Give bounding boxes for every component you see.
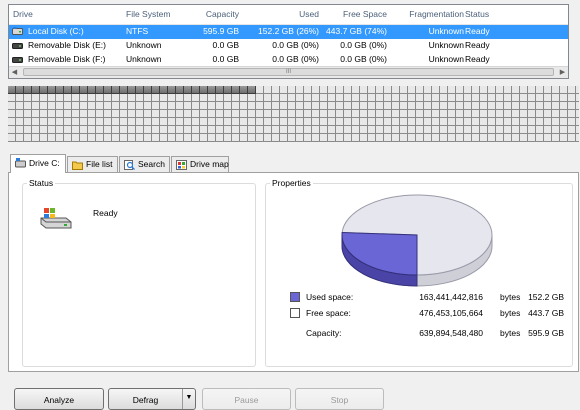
status-group: Status Ready [22, 178, 256, 367]
block-map-free-region [256, 86, 579, 94]
drive-status: Ready [465, 54, 490, 64]
capacity-bytes: 639,894,548,480 [419, 328, 483, 338]
used-space-swatch [290, 292, 300, 302]
free-space-size: 443.7 GB [528, 308, 564, 318]
properties-group-title: Properties [270, 178, 313, 188]
drive-map-icon [176, 160, 187, 170]
used-space-label: Used space: [306, 292, 354, 302]
free-space-label: Free space: [306, 308, 351, 318]
defrag-button[interactable]: Defrag ▼ [108, 388, 196, 410]
drive-row-e[interactable]: Removable Disk (E:) Unknown 0.0 GB 0.0 G… [9, 39, 568, 53]
block-map-free-region [8, 102, 579, 110]
stop-button[interactable]: Stop [295, 388, 384, 410]
drive-list-header: Drive File System Capacity Used Free Spa… [9, 5, 568, 25]
drive-free: 0.0 GB (0%) [340, 54, 387, 64]
drive-status: Ready [465, 40, 490, 50]
block-map-free-region [8, 134, 579, 142]
used-space-size: 152.2 GB [528, 292, 564, 302]
drive-list[interactable]: Drive File System Capacity Used Free Spa… [8, 4, 569, 79]
tab-label: Search [138, 159, 165, 169]
pause-button[interactable]: Pause [202, 388, 291, 410]
drive-name: Removable Disk (F:) [28, 54, 106, 64]
capacity-label: Capacity: [306, 328, 342, 338]
tab-file-list[interactable]: File list [67, 156, 118, 172]
defrag-button-label: Defrag [132, 395, 159, 405]
drive-file-system: Unknown [126, 40, 162, 50]
chevron-down-icon[interactable]: ▼ [182, 389, 195, 409]
scrollbar-thumb[interactable]: III [23, 68, 554, 76]
drive-capacity: 0.0 GB [212, 54, 239, 64]
drive-row-c[interactable]: Local Disk (C:) NTFS 595.9 GB 152.2 GB (… [9, 25, 568, 39]
drive-row-f[interactable]: Removable Disk (F:) Unknown 0.0 GB 0.0 G… [9, 53, 568, 67]
analyze-button[interactable]: Analyze [14, 388, 104, 410]
drive-used: 0.0 GB (0%) [272, 54, 319, 64]
column-free-space[interactable]: Free Space [321, 9, 387, 19]
tab-label: Drive map [190, 159, 229, 169]
block-map-free-region [8, 118, 579, 126]
windows-drive-icon [40, 208, 72, 229]
column-file-system[interactable]: File System [126, 9, 170, 19]
tab-search[interactable]: Search [119, 156, 170, 172]
folder-icon [72, 161, 83, 170]
pie-slice-used [341, 231, 418, 276]
free-space-swatch [290, 308, 300, 318]
search-icon [124, 160, 135, 170]
drive-capacity: 0.0 GB [212, 40, 239, 50]
drive-file-system: NTFS [126, 26, 149, 36]
block-map-free-region [8, 110, 579, 118]
status-text: Ready [93, 208, 118, 218]
drive-name: Local Disk (C:) [28, 26, 84, 36]
drive-fragmentation: Unknown [428, 54, 464, 64]
scrollbar-grip: III [285, 69, 292, 75]
drive-used: 152.2 GB (26%) [258, 26, 319, 36]
scroll-left-icon[interactable]: ◀ [9, 67, 20, 78]
drive-name: Removable Disk (E:) [28, 40, 106, 50]
tab-drive-c[interactable]: Drive C: [10, 154, 66, 173]
column-capacity[interactable]: Capacity [189, 9, 239, 19]
column-drive[interactable]: Drive [13, 9, 33, 19]
block-map-free-region [8, 94, 579, 102]
horizontal-scrollbar[interactable]: ◀ III ▶ [9, 66, 568, 78]
free-space-bytes: 476,453,105,664 [419, 308, 483, 318]
tab-label: File list [86, 159, 113, 169]
drive-used: 0.0 GB (0%) [272, 40, 319, 50]
drive-capacity: 595.9 GB [203, 26, 239, 36]
drive-free: 0.0 GB (0%) [340, 40, 387, 50]
usage-pie-chart [341, 194, 493, 287]
drive-icon [15, 158, 26, 168]
scroll-right-icon[interactable]: ▶ [557, 67, 568, 78]
capacity-size: 595.9 GB [528, 328, 564, 338]
block-map-free-region [8, 126, 579, 134]
column-status[interactable]: Status [465, 9, 489, 19]
status-group-title: Status [27, 178, 56, 188]
drive-c-panel: Status Ready Properties Used space: 163,… [8, 172, 579, 372]
drive-status: Ready [465, 26, 490, 36]
tab-drive-map[interactable]: Drive map [171, 156, 229, 172]
used-space-bytes: 163,441,442,816 [419, 292, 483, 302]
tab-label: Drive C: [29, 158, 60, 168]
drive-free: 443.7 GB (74%) [326, 26, 387, 36]
properties-group: Properties Used space: 163,441,442,816 b… [265, 178, 573, 367]
drive-fragmentation: Unknown [428, 40, 464, 50]
column-used[interactable]: Used [249, 9, 319, 19]
drive-fragmentation: Unknown [428, 26, 464, 36]
column-fragmentation[interactable]: Fragmentation [409, 9, 464, 19]
disk-block-map [8, 86, 579, 142]
drive-file-system: Unknown [126, 54, 162, 64]
